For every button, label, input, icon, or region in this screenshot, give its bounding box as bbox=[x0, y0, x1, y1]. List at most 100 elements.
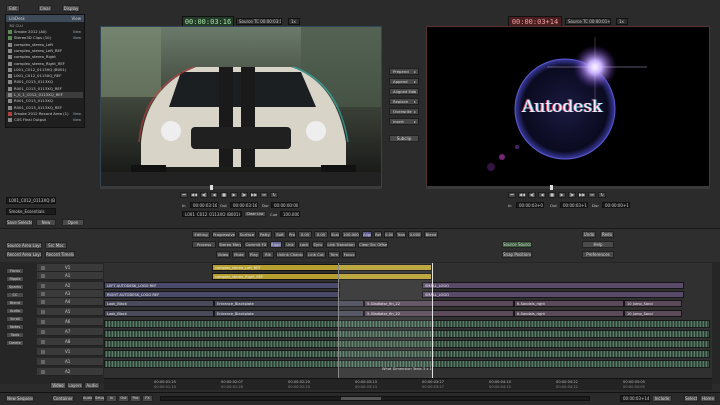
record-timeline-button[interactable]: Record Timeline bbox=[45, 251, 75, 258]
timeline-side-button[interactable]: Tools bbox=[6, 332, 24, 338]
library-clip-row[interactable]: Smoke 2012 (All) View bbox=[6, 29, 83, 35]
library-clip-row[interactable]: R001_C013_0113XQ_REF bbox=[6, 86, 83, 92]
source-speed[interactable]: 1x bbox=[288, 18, 300, 25]
toolbar-button[interactable]: Align bbox=[362, 231, 372, 238]
toolbar-button[interactable]: Patty bbox=[258, 231, 272, 238]
toolbar-button[interactable]: 0.00 bbox=[314, 231, 328, 238]
timeline-side-button[interactable]: Notes bbox=[6, 324, 24, 330]
source-area-layout-button[interactable]: Source Area Layout bbox=[6, 242, 42, 249]
track-header[interactable]: A2 bbox=[37, 282, 103, 290]
toolbar-button[interactable]: Process bbox=[192, 241, 216, 248]
track-header[interactable]: A6 bbox=[37, 318, 103, 326]
source-dur-field[interactable]: 00:00:00:00 bbox=[271, 202, 299, 208]
home-button[interactable]: Home bbox=[700, 395, 716, 402]
toolbar-button[interactable]: Video bbox=[216, 251, 230, 258]
track-toggle-icon[interactable] bbox=[41, 274, 45, 278]
track-header[interactable]: V1 bbox=[37, 348, 103, 356]
include-button[interactable]: Include bbox=[652, 395, 672, 402]
toolbar-button[interactable]: Editing bbox=[192, 231, 210, 238]
source-transport-button[interactable]: ◀| bbox=[200, 192, 208, 198]
timeline-clip[interactable]: RIGHT AUTODESK_LOGO REF bbox=[104, 291, 340, 298]
edit-action-button[interactable]: Append bbox=[389, 78, 419, 85]
track-toggle-icon[interactable] bbox=[41, 330, 45, 334]
toolbar-button[interactable]: Commit FX bbox=[244, 241, 268, 248]
record-speed[interactable]: 1x bbox=[616, 18, 628, 25]
record-transport-button[interactable]: ▶▶ bbox=[578, 192, 586, 198]
library-clip-row[interactable]: complex_stereo_Right bbox=[6, 54, 83, 60]
library-clip-row[interactable]: L001_C012_0113XQ (B001) bbox=[6, 67, 83, 73]
track-toggle-icon[interactable] bbox=[41, 310, 45, 314]
library-clip-row[interactable]: R001_C013_0113XQ bbox=[6, 98, 83, 104]
source-transport-button[interactable]: ▶▶ bbox=[250, 192, 258, 198]
toolbar-button[interactable]: 0.00 bbox=[384, 231, 394, 238]
library-clip-tag[interactable]: View bbox=[73, 35, 81, 41]
source-out-field[interactable]: 00:00:03:16 bbox=[230, 202, 258, 208]
track-header[interactable]: A7 bbox=[37, 328, 103, 336]
record-transport-button[interactable]: |▶ bbox=[568, 192, 576, 198]
track-toggle-icon[interactable] bbox=[41, 350, 45, 354]
track-header[interactable]: A4 bbox=[37, 298, 103, 306]
toolbar-button[interactable]: Rlk bbox=[262, 251, 274, 258]
source-transport-button[interactable]: ▶ bbox=[230, 192, 238, 198]
source-transport-button[interactable]: |▶ bbox=[240, 192, 248, 198]
edit-menu[interactable]: Edit bbox=[6, 5, 20, 12]
record-transport-button[interactable]: ◀◀ bbox=[518, 192, 526, 198]
track-toggle-icon[interactable] bbox=[41, 340, 45, 344]
source-transport-button[interactable]: ⏭ bbox=[260, 192, 268, 198]
timeline-side-button[interactable]: Focus bbox=[6, 268, 24, 274]
record-transport-button[interactable]: ▶ bbox=[558, 192, 566, 198]
record-viewer[interactable]: Autodesk bbox=[426, 26, 710, 188]
toolbar-button[interactable]: Stereo Merge bbox=[218, 241, 242, 248]
toolbar-button[interactable]: Blend bbox=[424, 231, 438, 238]
timeline-tab[interactable]: Video bbox=[50, 382, 66, 389]
source-transport-button[interactable]: ⏮ bbox=[180, 192, 188, 198]
record-in-field[interactable]: 00:00:03+00 bbox=[516, 202, 544, 208]
record-area-layout-button[interactable]: Record Area Layout bbox=[6, 251, 42, 258]
record-transport-button[interactable]: ⏮ bbox=[508, 192, 516, 198]
playhead[interactable] bbox=[432, 263, 433, 381]
timeline-side-button[interactable]: Blend bbox=[6, 300, 24, 306]
edit-action-button[interactable]: Insert bbox=[389, 118, 419, 125]
timeline-clip[interactable]: 6-Sandals_right bbox=[514, 310, 624, 317]
edit-action-button[interactable]: Replace bbox=[389, 98, 419, 105]
track-toggle-icon[interactable] bbox=[41, 292, 45, 296]
record-transport-button[interactable]: ⏭ bbox=[588, 192, 596, 198]
timeline-side-button[interactable]: Scroll bbox=[6, 316, 24, 322]
undo-button[interactable]: Undo bbox=[582, 231, 596, 238]
mode-button[interactable]: Setup bbox=[94, 395, 105, 402]
timeline-clip[interactable]: SMALL_LOGO bbox=[422, 291, 684, 298]
toolbar-button[interactable]: Ref bbox=[374, 231, 382, 238]
track-header[interactable]: A2 bbox=[37, 368, 103, 376]
track-header[interactable]: A5 bbox=[37, 308, 103, 316]
track-toggle-icon[interactable] bbox=[41, 320, 45, 324]
record-transport-button[interactable]: ↻ bbox=[598, 192, 606, 198]
toolbar-button[interactable]: Unk bbox=[284, 241, 296, 248]
toolbar-button[interactable]: Soft bbox=[274, 231, 286, 238]
toolbar-button[interactable]: Trim bbox=[328, 251, 340, 258]
toolbar-button[interactable]: Link Transition bbox=[326, 241, 356, 248]
source-transport-button[interactable]: ↻ bbox=[270, 192, 278, 198]
open-button[interactable]: Open bbox=[62, 219, 84, 226]
library-clip-tag[interactable]: View bbox=[73, 111, 81, 117]
source-transport-button[interactable]: ■ bbox=[220, 192, 228, 198]
zoom-slider[interactable] bbox=[160, 396, 590, 401]
source-in-field[interactable]: 00:00:03:16 bbox=[190, 202, 218, 208]
record-dur-field[interactable]: 00:00:00+14 bbox=[602, 202, 630, 208]
toolbar-button[interactable]: Pro bbox=[288, 231, 296, 238]
track-header[interactable]: A8 bbox=[37, 338, 103, 346]
library-clip-row[interactable]: complex_stereo_Right_REF bbox=[6, 61, 83, 67]
save-selected-button[interactable]: Save Selected bbox=[6, 219, 33, 226]
timeline-side-button[interactable]: CC bbox=[6, 292, 24, 298]
library-clip-tag[interactable]: View bbox=[73, 29, 81, 35]
library-clip-row[interactable]: complex_stereo_Left_REF bbox=[6, 48, 83, 54]
timeline-clip[interactable]: 10 Jump_Sand bbox=[624, 300, 682, 307]
record-transport-button[interactable]: ■ bbox=[548, 192, 556, 198]
library-clip-row[interactable]: CXS Final Output View bbox=[6, 117, 83, 123]
source-clip-name-field[interactable]: L001_C012_0113XQ (B001) bbox=[182, 211, 242, 217]
timeline-tab[interactable]: Layers bbox=[67, 382, 83, 389]
source-transport-button[interactable]: ◀ bbox=[210, 192, 218, 198]
edit-action-button[interactable]: Aligned Edit bbox=[389, 88, 419, 95]
new-sequence-button[interactable]: New Sequence bbox=[6, 395, 34, 402]
mode-button[interactable]: In bbox=[106, 395, 117, 402]
mode-button[interactable]: Out bbox=[118, 395, 129, 402]
